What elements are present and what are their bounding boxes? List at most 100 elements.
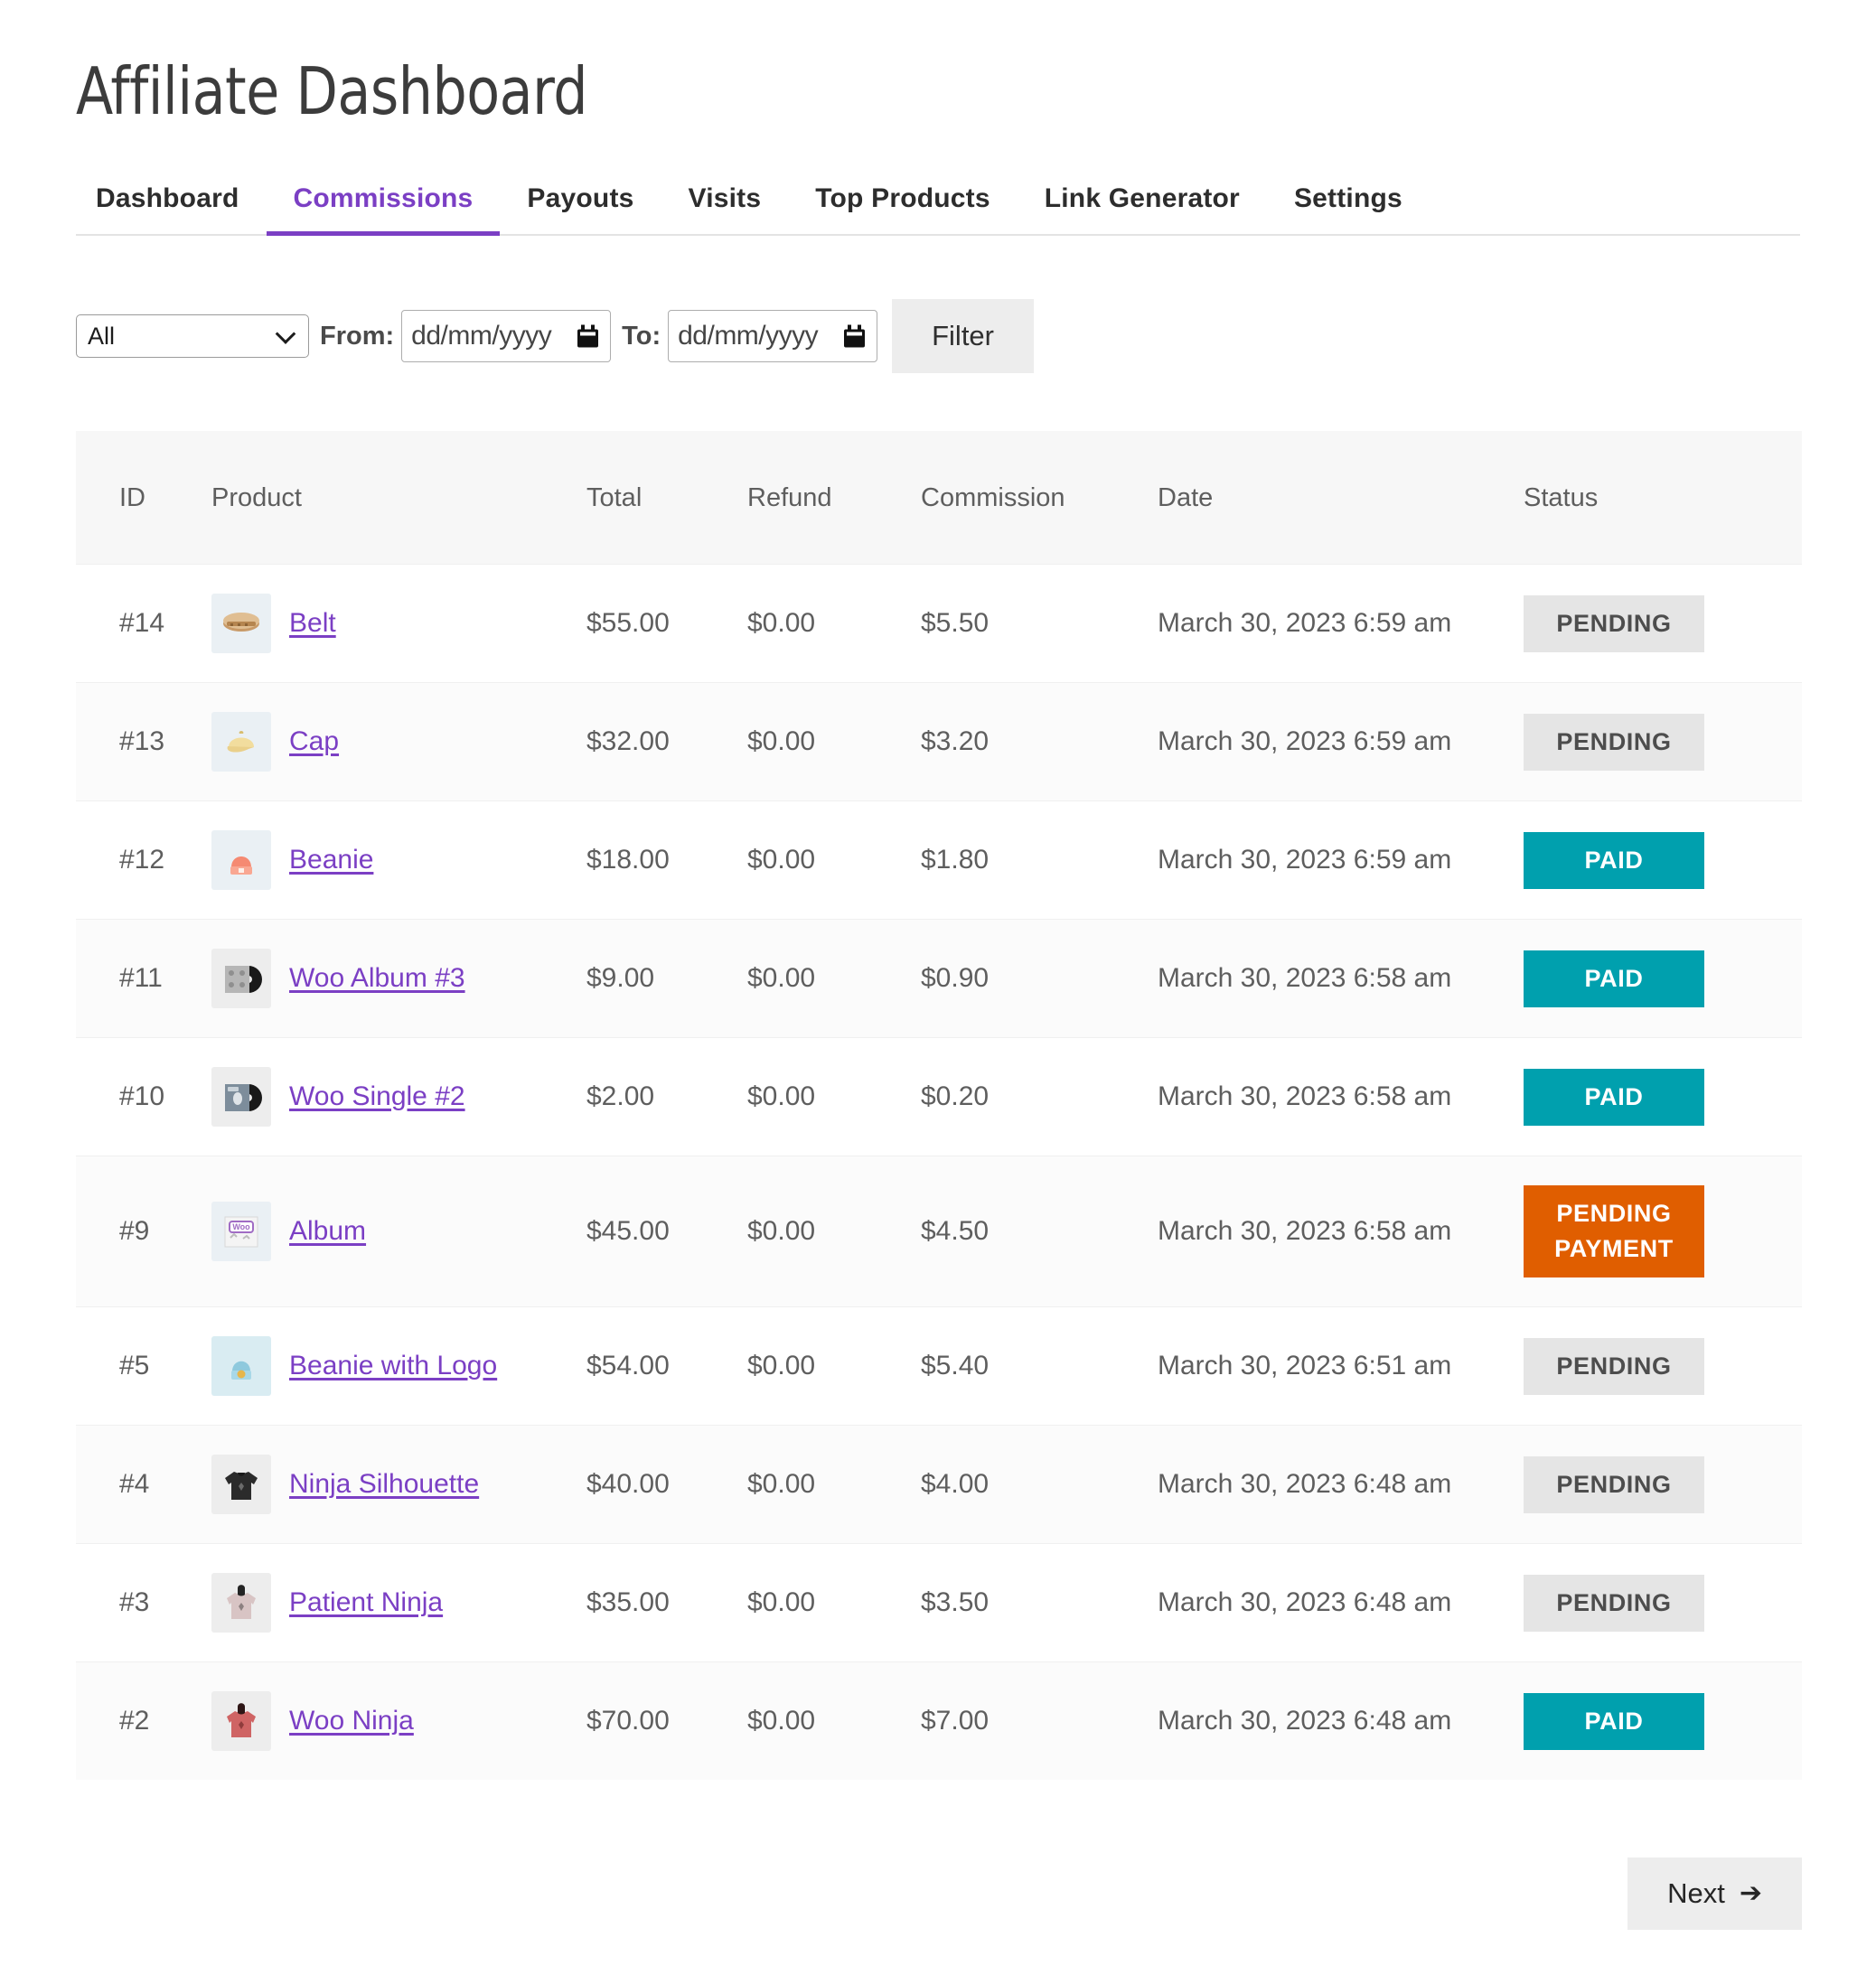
to-label: To: [622, 321, 661, 351]
cell-total: $45.00 [586, 1156, 747, 1307]
cell-product: Woo Single #2 [211, 1037, 586, 1156]
filter-button[interactable]: Filter [892, 299, 1034, 374]
cell-date: March 30, 2023 6:59 am [1158, 564, 1524, 683]
calendar-icon[interactable] [844, 324, 866, 348]
table-row: #13 Cap $32.00 $0.00 $3.20 March 30, 2023 6:5… [76, 682, 1802, 801]
cell-id: #4 [76, 1425, 211, 1544]
cell-product: Cap [211, 682, 586, 801]
product-cell: Woo Ninja [211, 1691, 586, 1752]
tab-settings[interactable]: Settings [1267, 178, 1430, 234]
tab-top-products[interactable]: Top Products [788, 178, 1018, 234]
cell-id: #9 [76, 1156, 211, 1307]
cell-total: $9.00 [586, 919, 747, 1038]
product-link[interactable]: Ninja Silhouette [289, 1469, 479, 1500]
table-row: #3 Patient Ninja $35.00 $0.00 $3.50 March 30,… [76, 1543, 1802, 1662]
cell-id: #11 [76, 919, 211, 1038]
tab-dashboard[interactable]: Dashboard [76, 178, 267, 234]
filter-bar: All From: dd/mm/yyyy To: dd/mm/yyyy Filt… [76, 299, 1800, 374]
commissions-table: ID Product Total Refund Commission Date Status… [76, 431, 1802, 1781]
album3-thumbnail [211, 949, 271, 1009]
cell-id: #14 [76, 564, 211, 683]
cell-refund: $0.00 [747, 1543, 921, 1662]
product-link[interactable]: Woo Single #2 [289, 1081, 465, 1112]
cell-total: $54.00 [586, 1306, 747, 1426]
product-cell: Beanie with Logo [211, 1336, 586, 1397]
cell-refund: $0.00 [747, 682, 921, 801]
arrow-right-icon: ➔ [1739, 1878, 1762, 1909]
cell-date: March 30, 2023 6:59 am [1158, 682, 1524, 801]
column-header-refund: Refund [747, 431, 921, 565]
cell-status: PENDING PAYMENT [1524, 1156, 1802, 1307]
product-link[interactable]: Belt [289, 608, 336, 639]
table-row: #4 Ninja Silhouette $40.00 $0.00 $4.00 March … [76, 1425, 1802, 1544]
cell-refund: $0.00 [747, 1156, 921, 1307]
table-row: #10 Woo Single #2 $2.00 $0.00 $0.20 March 30,… [76, 1037, 1802, 1156]
tab-visits[interactable]: Visits [661, 178, 789, 234]
product-cell: Patient Ninja [211, 1573, 586, 1633]
to-date-input[interactable]: dd/mm/yyyy [668, 310, 878, 363]
table-header-row: ID Product Total Refund Commission Date Status [76, 431, 1802, 565]
table-row: #11 Woo Album #3 $9.00 $0.00 $0.90 March 30, … [76, 919, 1802, 1038]
product-link[interactable]: Patient Ninja [289, 1587, 443, 1618]
product-link[interactable]: Beanie with Logo [289, 1351, 497, 1381]
single2-thumbnail [211, 1067, 271, 1128]
cell-total: $32.00 [586, 682, 747, 801]
product-link[interactable]: Beanie [289, 845, 373, 875]
cell-id: #3 [76, 1543, 211, 1662]
belt-thumbnail [211, 594, 271, 654]
status-badge: PENDING [1524, 1574, 1704, 1633]
cell-total: $70.00 [586, 1661, 747, 1781]
product-link[interactable]: Woo Album #3 [289, 963, 465, 994]
product-cell: Woo Album [211, 1202, 586, 1262]
dashboard-tabs: Dashboard Commissions Payouts Visits Top Pro… [76, 178, 1800, 237]
cell-refund: $0.00 [747, 1037, 921, 1156]
table-row: #5 Beanie with Logo $54.00 $0.00 $5.40 March … [76, 1306, 1802, 1426]
cell-date: March 30, 2023 6:51 am [1158, 1306, 1524, 1426]
cell-product: Woo Ninja [211, 1661, 586, 1781]
product-link[interactable]: Cap [289, 726, 339, 757]
column-header-commission: Commission [921, 431, 1158, 565]
cell-product: Ninja Silhouette [211, 1425, 586, 1544]
beanie-logo-thumbnail [211, 1336, 271, 1397]
cell-product: Woo Album #3 [211, 919, 586, 1038]
cell-date: March 30, 2023 6:58 am [1158, 1156, 1524, 1307]
cell-refund: $0.00 [747, 564, 921, 683]
cell-id: #5 [76, 1306, 211, 1426]
next-page-label: Next [1667, 1877, 1725, 1910]
pagination: Next ➔ [76, 1858, 1802, 1984]
product-link[interactable]: Album [289, 1216, 366, 1247]
tab-commissions[interactable]: Commissions [266, 178, 501, 237]
status-badge: PENDING [1524, 713, 1704, 771]
cell-status: PENDING [1524, 1306, 1802, 1426]
cell-product: Beanie [211, 800, 586, 920]
status-filter-select[interactable]: All [76, 314, 309, 359]
column-header-id: ID [76, 431, 211, 565]
cell-status: PAID [1524, 1661, 1802, 1781]
status-badge: PAID [1524, 831, 1704, 889]
column-header-total: Total [586, 431, 747, 565]
status-filter-wrapper: All [76, 314, 309, 359]
cell-commission: $4.50 [921, 1156, 1158, 1307]
cell-status: PAID [1524, 919, 1802, 1038]
tab-payouts[interactable]: Payouts [500, 178, 661, 234]
product-cell: Ninja Silhouette [211, 1455, 586, 1515]
table-header: ID Product Total Refund Commission Date Status [76, 431, 1802, 565]
product-cell: Woo Album #3 [211, 949, 586, 1009]
from-date-placeholder: dd/mm/yyyy [411, 321, 552, 351]
calendar-icon[interactable] [577, 324, 599, 348]
cell-commission: $0.90 [921, 919, 1158, 1038]
cell-id: #2 [76, 1661, 211, 1781]
product-link[interactable]: Woo Ninja [289, 1706, 414, 1736]
tab-link-generator[interactable]: Link Generator [1018, 178, 1267, 234]
status-badge: PAID [1524, 1068, 1704, 1126]
from-date-input[interactable]: dd/mm/yyyy [401, 310, 612, 363]
cell-commission: $7.00 [921, 1661, 1158, 1781]
next-page-button[interactable]: Next ➔ [1627, 1858, 1802, 1931]
product-cell: Beanie [211, 830, 586, 891]
cell-status: PENDING [1524, 1543, 1802, 1662]
table-body: #14 Belt $55.00 $0.00 $5.50 March 30, 2023 6:… [76, 564, 1802, 1781]
cell-commission: $3.20 [921, 682, 1158, 801]
hoodie-pink-thumbnail [211, 1573, 271, 1633]
svg-text:Woo: Woo [232, 1222, 250, 1231]
affiliate-dashboard-page: Affiliate Dashboard Dashboard Commissions… [0, 0, 1876, 1984]
